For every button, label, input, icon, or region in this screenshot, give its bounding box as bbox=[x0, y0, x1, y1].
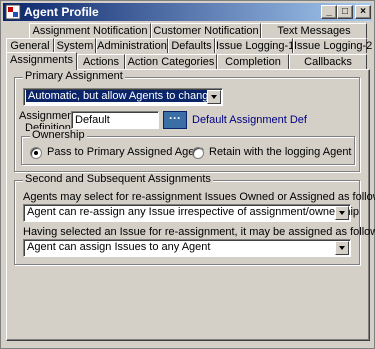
reassign-select[interactable]: Agent can re-assign any Issue irrespecti… bbox=[23, 204, 359, 222]
assignment-mode-select[interactable]: Automatic, but allow Agents to change bbox=[23, 88, 223, 106]
tab-issue-logging-1[interactable]: Issue Logging-1 bbox=[215, 38, 294, 53]
agent-profile-window: Agent Profile _ □ × Assignment Notificat… bbox=[0, 0, 375, 349]
tab-actions[interactable]: Actions bbox=[77, 54, 125, 69]
primary-assignment-group: Primary Assignment Automatic, but allow … bbox=[14, 70, 360, 172]
tab-text-messages[interactable]: Text Messages bbox=[261, 23, 367, 38]
assign-select-value: Agent can assign Issues to any Agent bbox=[27, 241, 211, 253]
assignment-definition-field[interactable]: Default bbox=[71, 111, 159, 129]
title-bar[interactable]: Agent Profile _ □ × bbox=[3, 3, 372, 21]
radio-pass-to-primary[interactable] bbox=[30, 147, 42, 159]
window-title: Agent Profile bbox=[24, 5, 99, 19]
chevron-down-icon[interactable] bbox=[335, 206, 349, 220]
tab-assignment-notification[interactable]: Assignment Notification bbox=[29, 23, 151, 38]
assignment-definition-label-1: Assignment bbox=[19, 110, 77, 122]
tab-customer-notification[interactable]: Customer Notification bbox=[151, 23, 261, 38]
radio-pass-to-primary-label[interactable]: Pass to Primary Assigned Agent bbox=[47, 146, 204, 158]
tab-system[interactable]: System bbox=[54, 38, 96, 53]
close-button[interactable]: × bbox=[355, 5, 371, 19]
assign-select-label: Having selected an Issue for re-assignme… bbox=[23, 226, 375, 238]
reassign-select-label: Agents may select for re-assignment Issu… bbox=[23, 191, 375, 203]
tab-administration[interactable]: Administration bbox=[96, 38, 168, 53]
radio-retain-with-logger-label[interactable]: Retain with the logging Agent bbox=[209, 146, 352, 158]
subsequent-assignments-group: Second and Subsequent Assignments Agents… bbox=[14, 173, 375, 265]
tab-callbacks[interactable]: Callbacks bbox=[289, 54, 367, 69]
ownership-group: Ownership Pass to Primary Assigned Agent… bbox=[21, 129, 355, 165]
assign-select[interactable]: Agent can assign Issues to any Agent bbox=[23, 239, 351, 257]
minimize-button[interactable]: _ bbox=[321, 5, 337, 19]
tab-issue-logging-2[interactable]: Issue Logging-2 bbox=[293, 38, 372, 53]
tab-action-categories[interactable]: Action Categories bbox=[125, 54, 217, 69]
assignment-definition-description: Default Assignment Def bbox=[192, 114, 307, 126]
tab-general[interactable]: General bbox=[6, 38, 54, 53]
subsequent-assignments-label: Second and Subsequent Assignments bbox=[23, 173, 213, 185]
primary-assignment-label: Primary Assignment bbox=[23, 70, 125, 82]
chevron-down-icon[interactable] bbox=[335, 241, 349, 255]
assignments-panel: Primary Assignment Automatic, but allow … bbox=[6, 69, 375, 341]
tab-assignments[interactable]: Assignments bbox=[6, 52, 77, 70]
tab-completion[interactable]: Completion bbox=[217, 54, 289, 69]
reassign-select-value: Agent can re-assign any Issue irrespecti… bbox=[27, 206, 360, 218]
app-icon bbox=[5, 4, 21, 20]
radio-retain-with-logger[interactable] bbox=[192, 147, 204, 159]
assignment-mode-value: Automatic, but allow Agents to change bbox=[26, 90, 217, 102]
tab-defaults[interactable]: Defaults bbox=[168, 38, 215, 53]
assignment-definition-value: Default bbox=[75, 114, 110, 126]
ownership-label: Ownership bbox=[30, 129, 87, 141]
browse-definition-button[interactable]: ··· bbox=[163, 111, 187, 129]
maximize-button[interactable]: □ bbox=[337, 5, 353, 19]
chevron-down-icon[interactable] bbox=[207, 90, 221, 104]
